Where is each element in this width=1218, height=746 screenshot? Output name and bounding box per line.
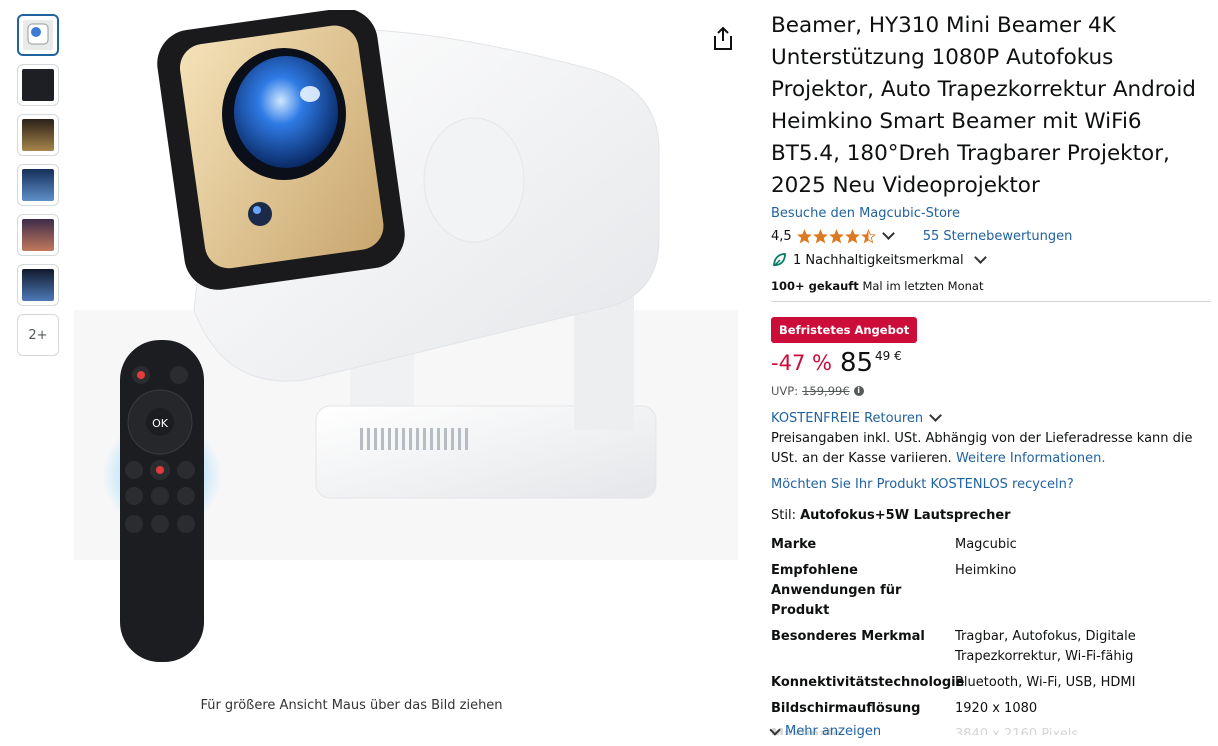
spec-row: Marke Magcubic [771,535,1211,555]
leaf-icon [773,253,786,267]
chevron-down-icon [929,409,942,422]
spec-row: Besonderes Merkmal Tragbar, Autofokus, Di… [771,627,1211,667]
thumbnail-1[interactable] [17,14,59,56]
style-value: Autofokus+5W Lautsprecher [800,508,1011,523]
show-more-label: Mehr anzeigen [785,724,882,739]
price-row: -47 % 85 49 € [771,349,1211,379]
chevron-down-icon[interactable] [973,251,987,264]
star-icon [860,228,876,243]
svg-text:OK: OK [152,417,169,430]
spec-value: Tragbar, Autofokus, Digitale Trapezkorre… [955,629,1136,664]
returns-label: KOSTENFREIE Retouren [771,410,924,426]
chevron-down-icon[interactable] [881,227,895,240]
image-zoom-hint: Für größere Ansicht Maus über das Bild z… [200,698,503,713]
spec-value: 3840 x 2160 Pixels [955,727,1079,735]
spec-value: Heimkino [955,563,1017,578]
info-icon[interactable]: i [853,386,864,396]
spec-row: Bildschirmauflösung 1920 x 1080 [771,699,1211,719]
thumbnail-6[interactable] [17,264,59,306]
bought-period: Mal im letzten Monat [862,279,984,293]
discount-percent: -47 % [771,351,832,375]
star-icon [844,228,860,243]
spec-value: 1920 x 1080 [955,701,1038,716]
spec-value: Magcubic [955,537,1017,552]
spec-key: Empfohlene Anwendungen für Produkt [771,563,902,618]
chevron-down-icon [769,723,781,736]
style-label: Stil: [771,508,796,523]
thumbnail-2[interactable] [17,64,59,106]
divider [771,301,1211,302]
price-whole: 85 [839,348,874,378]
star-icon [828,228,844,243]
sustainability-label: 1 Nachhaltigkeitsmerkmal [793,252,964,268]
deal-badge: Befristetes Angebot [771,317,918,343]
spec-table: Marke Magcubic Empfohlene Anwendungen für… [771,535,1211,735]
style-row: Stil: Autofokus+5W Lautsprecher [771,508,1211,523]
spec-key: Marke [771,537,817,552]
thumbnail-4[interactable] [17,164,59,206]
uvp-label: UVP: [771,384,799,398]
product-title: Beamer, HY310 Mini Beamer 4K Unterstützu… [771,13,1196,198]
more-info-link[interactable]: Weitere Informationen. [956,451,1106,466]
rating-row: 4,5 55 Sternebewertungen [771,227,1211,245]
uvp-price: 159,99€ [802,384,850,398]
spec-key: Bildschirmauflösung [771,701,921,716]
recycle-link[interactable]: Möchten Sie Ihr Produkt KOSTENLOS recyce… [771,477,1211,492]
product-image[interactable]: OK [74,10,738,696]
star-icon [812,228,828,243]
store-link[interactable]: Besuche den Magcubic-Store [771,206,1211,222]
product-details: Beamer, HY310 Mini Beamer 4K Unterstützu… [771,10,1211,741]
rating-value: 4,5 [771,228,792,244]
projector-thumb-icon [27,23,49,45]
spec-row: Empfohlene Anwendungen für Produkt Heimki… [771,561,1211,621]
share-icon[interactable] [712,26,734,52]
thumbnail-5[interactable] [17,214,59,256]
spec-key: Konnektivitätstechnologie [771,675,965,690]
sustainability-row[interactable]: 1 Nachhaltigkeitsmerkmal [771,251,1211,269]
uvp-row: UVP: 159,99€ i [771,383,1211,399]
thumbnail-strip: 2+ [17,14,59,364]
show-more-link[interactable]: Mehr anzeigen [769,723,882,739]
tax-info: Preisangaben inkl. USt. Abhängig von der… [771,429,1211,469]
star-icon [796,228,812,243]
more-images-button[interactable]: 2+ [17,314,59,356]
thumbnail-3[interactable] [17,114,59,156]
spec-value: Bluetooth, Wi-Fi, USB, HDMI [955,675,1136,690]
spec-key: Besonderes Merkmal [771,629,925,644]
spec-row: Konnektivitätstechnologie Bluetooth, Wi-F… [771,673,1211,693]
bought-info: 100+ gekauft Mal im letzten Monat [771,279,1211,295]
bought-count: 100+ gekauft [771,279,859,293]
price-fraction: 49 € [875,349,902,363]
free-returns-link[interactable]: KOSTENFREIE Retouren [771,409,1211,427]
ratings-count-link[interactable]: 55 Sternebewertungen [923,229,1073,244]
star-rating-icon[interactable] [796,228,876,244]
